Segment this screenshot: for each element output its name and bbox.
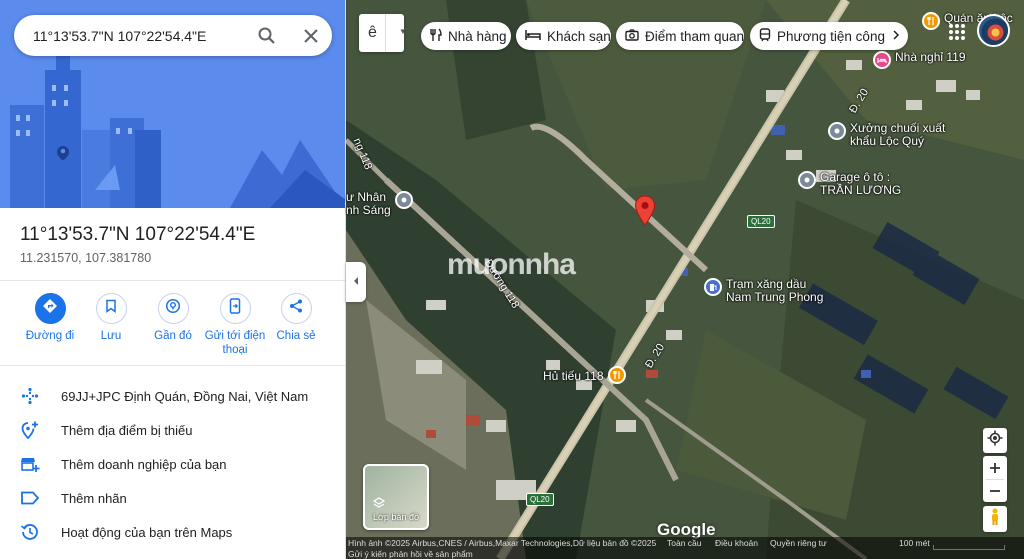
list-item-text: Thêm doanh nghiệp của bạn [61,456,227,472]
list-item-maps-activity[interactable]: Hoạt động của bạn trên Maps [0,517,345,547]
poi-label: Garage ô tô : TRẦN LƯƠNG [820,170,902,197]
camera-icon [625,28,645,44]
chip-label: Khách sạn [547,28,611,44]
list-item-text: Thêm nhãn [61,490,127,506]
chip-restaurants[interactable]: Nhà hàng [421,22,511,50]
place-coordinates: 11.231570, 107.381780 [20,251,152,265]
list-item-text: 69JJ+JPC Định Quán, Đồng Nai, Việt Nam [61,388,309,404]
directions-icon [42,298,58,319]
street-view-pegman-button[interactable] [983,506,1007,532]
transit-icon [759,27,777,45]
restaurant-pin-icon [607,366,626,384]
my-location-icon [987,430,1003,451]
restaurant-pin-icon [922,12,940,30]
global-link[interactable]: Toàn cầu [667,538,702,548]
place-pin-icon [798,171,816,189]
list-item-text: Thêm địa điểm bị thiếu [61,422,193,438]
language-selector[interactable]: ê ▼ [359,14,407,52]
search-input[interactable] [33,27,248,44]
poi-label: ư Nhân nh Sáng [346,190,391,217]
label-icon [20,488,40,508]
list-item-text: Hoạt động của bạn trên Maps [61,524,233,540]
poi-tram-xang[interactable]: Trạm xăng dầu Nam Trung Phong [704,278,823,304]
bookmark-icon [104,299,118,318]
gas-station-pin-icon [704,278,722,296]
add-business-icon [20,454,40,474]
zoom-controls [983,456,1007,502]
divider [0,280,345,281]
location-pin-icon[interactable] [634,195,656,232]
send-to-phone-icon [228,298,242,319]
chip-label: Điểm tham quan [645,28,744,44]
share-icon [288,298,304,319]
chip-label: Nhà hàng [448,28,507,44]
map-footer: Hình ảnh ©2025 Airbus,CNES / Airbus,Maxa… [346,537,1024,559]
my-location-button[interactable] [983,428,1007,453]
hotel-pin-icon [873,51,891,69]
apps-grid-icon[interactable] [947,22,967,42]
imagery-attribution: Hình ảnh ©2025 Airbus,CNES / Airbus,Maxa… [348,538,657,548]
close-icon[interactable] [301,26,321,46]
terms-link[interactable]: Điều khoản [715,538,758,548]
search-icon[interactable] [257,26,277,46]
add-place-icon [20,420,40,440]
chip-hotels[interactable]: Khách sạn [516,22,611,50]
watermark-logo: muonnha [447,248,576,281]
plus-code-icon [20,386,40,406]
chevron-right-icon [892,27,900,45]
restaurant-icon [430,28,448,45]
place-title: 11°13'53.7"N 107°22'54.4"E [20,224,256,245]
poi-nha-nghi-119[interactable]: Nhà nghỉ 119 [873,51,966,69]
privacy-link[interactable]: Quyền riêng tư [770,538,827,548]
zoom-in-button[interactable] [989,457,1001,479]
feedback-link[interactable]: Gửi ý kiến phản hồi về sản phẩm [348,549,473,559]
action-icon-container [219,293,251,324]
place-pin-icon [394,191,413,209]
action-icon-container [280,293,312,324]
language-label: ê [368,24,377,41]
share-button[interactable]: Chia sẻ [258,293,334,343]
poi-hu-tieu-118[interactable]: Hủ tiếu 118 [543,366,626,384]
place-pin-icon [828,122,846,140]
action-icon-container [34,293,66,324]
search-box [14,15,332,56]
divider [0,365,345,366]
poi-label: Xưởng chuối xuất khẩu Lộc Quý [850,121,946,148]
list-item-add-label[interactable]: Thêm nhãn [0,483,345,513]
chip-attractions[interactable]: Điểm tham quan [616,22,744,50]
highway-badge: QL20 [526,493,554,506]
divider [385,14,386,52]
avatar[interactable] [977,14,1010,47]
action-icon-container [157,293,189,324]
list-item-add-place[interactable]: Thêm địa điểm bị thiếu [0,415,345,445]
action-bar: Đường đi Lưu Gần đó Gửi tới điện thoại C… [0,293,345,363]
caret-down-icon: ▼ [399,27,407,36]
history-icon [20,522,40,542]
highway-badge: QL20 [747,215,775,228]
scale-label[interactable]: 100 mét [899,538,930,548]
action-label: Chia sẻ [276,330,316,342]
poi-tu-nhan-anh-sang[interactable]: ư Nhân nh Sáng [346,191,413,217]
zoom-out-button[interactable] [986,479,1004,501]
poi-label: Hủ tiếu 118 [543,369,604,383]
hotel-icon [525,29,547,44]
chevron-left-icon [352,273,360,291]
layers-button[interactable]: Lớp bản đồ [363,464,429,530]
chip-label: Phương tiện công c [777,28,896,44]
pegman-icon [989,508,1001,531]
list-item-plus-code[interactable]: 69JJ+JPC Định Quán, Đồng Nai, Việt Nam [0,381,345,411]
collapse-panel-button[interactable] [346,262,366,302]
poi-label: Trạm xăng dầu Nam Trung Phong [726,277,824,304]
layers-label: Lớp bản đồ [373,512,419,522]
poi-garage-tran-luong[interactable]: Garage ô tô : TRẦN LƯƠNG [798,171,901,197]
nearby-icon [165,298,181,319]
side-panel: 11°13'53.7"N 107°22'54.4"E 11.231570, 10… [0,0,346,559]
poi-label: Nhà nghỉ 119 [895,50,966,64]
list-item-add-business[interactable]: Thêm doanh nghiệp của bạn [0,449,345,479]
action-icon-container [95,293,127,324]
poi-xuong-chuoi[interactable]: Xưởng chuối xuất khẩu Lộc Quý [828,122,945,148]
